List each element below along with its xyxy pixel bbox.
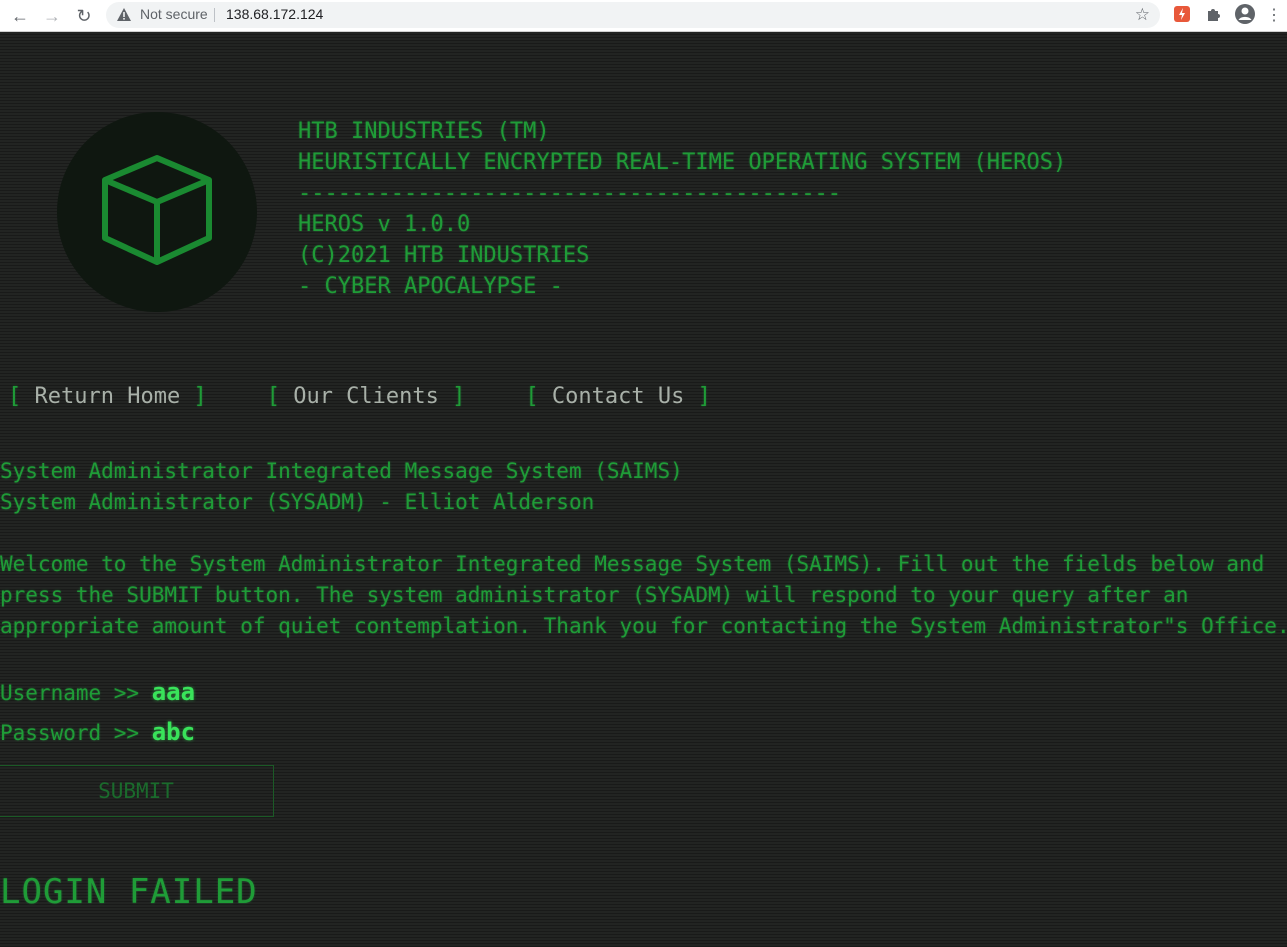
forward-icon[interactable]: → bbox=[40, 4, 64, 28]
header-line: HEROS v 1.0.0 bbox=[298, 212, 471, 237]
profile-avatar-icon[interactable] bbox=[1234, 3, 1256, 25]
login-failed-message: LOGIN FAILED bbox=[0, 872, 258, 912]
username-label: Username >> bbox=[0, 681, 152, 705]
password-input[interactable]: abc bbox=[152, 718, 195, 746]
header-divider: ----------------------------------------… bbox=[298, 181, 842, 206]
welcome-message: Welcome to the System Administrator Inte… bbox=[0, 549, 1287, 642]
header-line: HTB INDUSTRIES (TM) bbox=[298, 119, 550, 144]
extension-icon[interactable] bbox=[1173, 5, 1191, 23]
address-bar[interactable]: Not secure 138.68.172.124 ☆ bbox=[106, 2, 1160, 28]
username-row: Username >> aaa bbox=[0, 678, 195, 706]
header-line: HEURISTICALLY ENCRYPTED REAL-TIME OPERAT… bbox=[298, 150, 1067, 175]
nav-link-our-clients[interactable]: [ Our Clients ] bbox=[267, 384, 466, 409]
omnibox-divider bbox=[214, 8, 215, 22]
password-row: Password >> abc bbox=[0, 718, 195, 746]
system-header: HTB INDUSTRIES (TM) HEURISTICALLY ENCRYPT… bbox=[298, 116, 1066, 302]
nav-link-contact-us[interactable]: [ Contact Us ] bbox=[525, 384, 710, 409]
url-text[interactable]: 138.68.172.124 bbox=[226, 6, 323, 22]
nav-link-return-home[interactable]: [ Return Home ] bbox=[8, 384, 207, 409]
username-input[interactable]: aaa bbox=[152, 678, 195, 706]
header-line: (C)2021 HTB INDUSTRIES bbox=[298, 243, 590, 268]
warning-icon bbox=[117, 8, 131, 21]
welcome-line: Welcome to the System Administrator Inte… bbox=[0, 552, 1265, 576]
heros-logo bbox=[57, 112, 257, 312]
submit-button[interactable]: SUBMIT bbox=[0, 765, 274, 817]
puzzle-extensions-icon[interactable] bbox=[1205, 5, 1223, 23]
header-line: - CYBER APOCALYPSE - bbox=[298, 274, 563, 299]
page-content: HTB INDUSTRIES (TM) HEURISTICALLY ENCRYPT… bbox=[0, 32, 1287, 947]
back-icon[interactable]: ← bbox=[8, 4, 32, 28]
security-label[interactable]: Not secure bbox=[140, 6, 208, 22]
welcome-line: press the SUBMIT button. The system admi… bbox=[0, 583, 1189, 607]
intro-line: System Administrator Integrated Message … bbox=[0, 459, 683, 483]
menu-icon[interactable]: ⋮ bbox=[1262, 4, 1286, 28]
intro-line: System Administrator (SYSADM) - Elliot A… bbox=[0, 490, 595, 514]
system-intro: System Administrator Integrated Message … bbox=[0, 456, 683, 518]
cube-icon bbox=[102, 155, 212, 265]
bookmark-star-icon[interactable]: ☆ bbox=[1135, 5, 1150, 25]
reload-icon[interactable]: ↻ bbox=[72, 4, 96, 28]
nav-links: [ Return Home ] [ Our Clients ] [ Contact … bbox=[8, 384, 771, 409]
password-label: Password >> bbox=[0, 721, 152, 745]
browser-chrome: ← → ↻ Not secure 138.68.172.124 ☆ ⋮ bbox=[0, 0, 1287, 32]
welcome-line: appropriate amount of quiet contemplatio… bbox=[0, 614, 1287, 638]
